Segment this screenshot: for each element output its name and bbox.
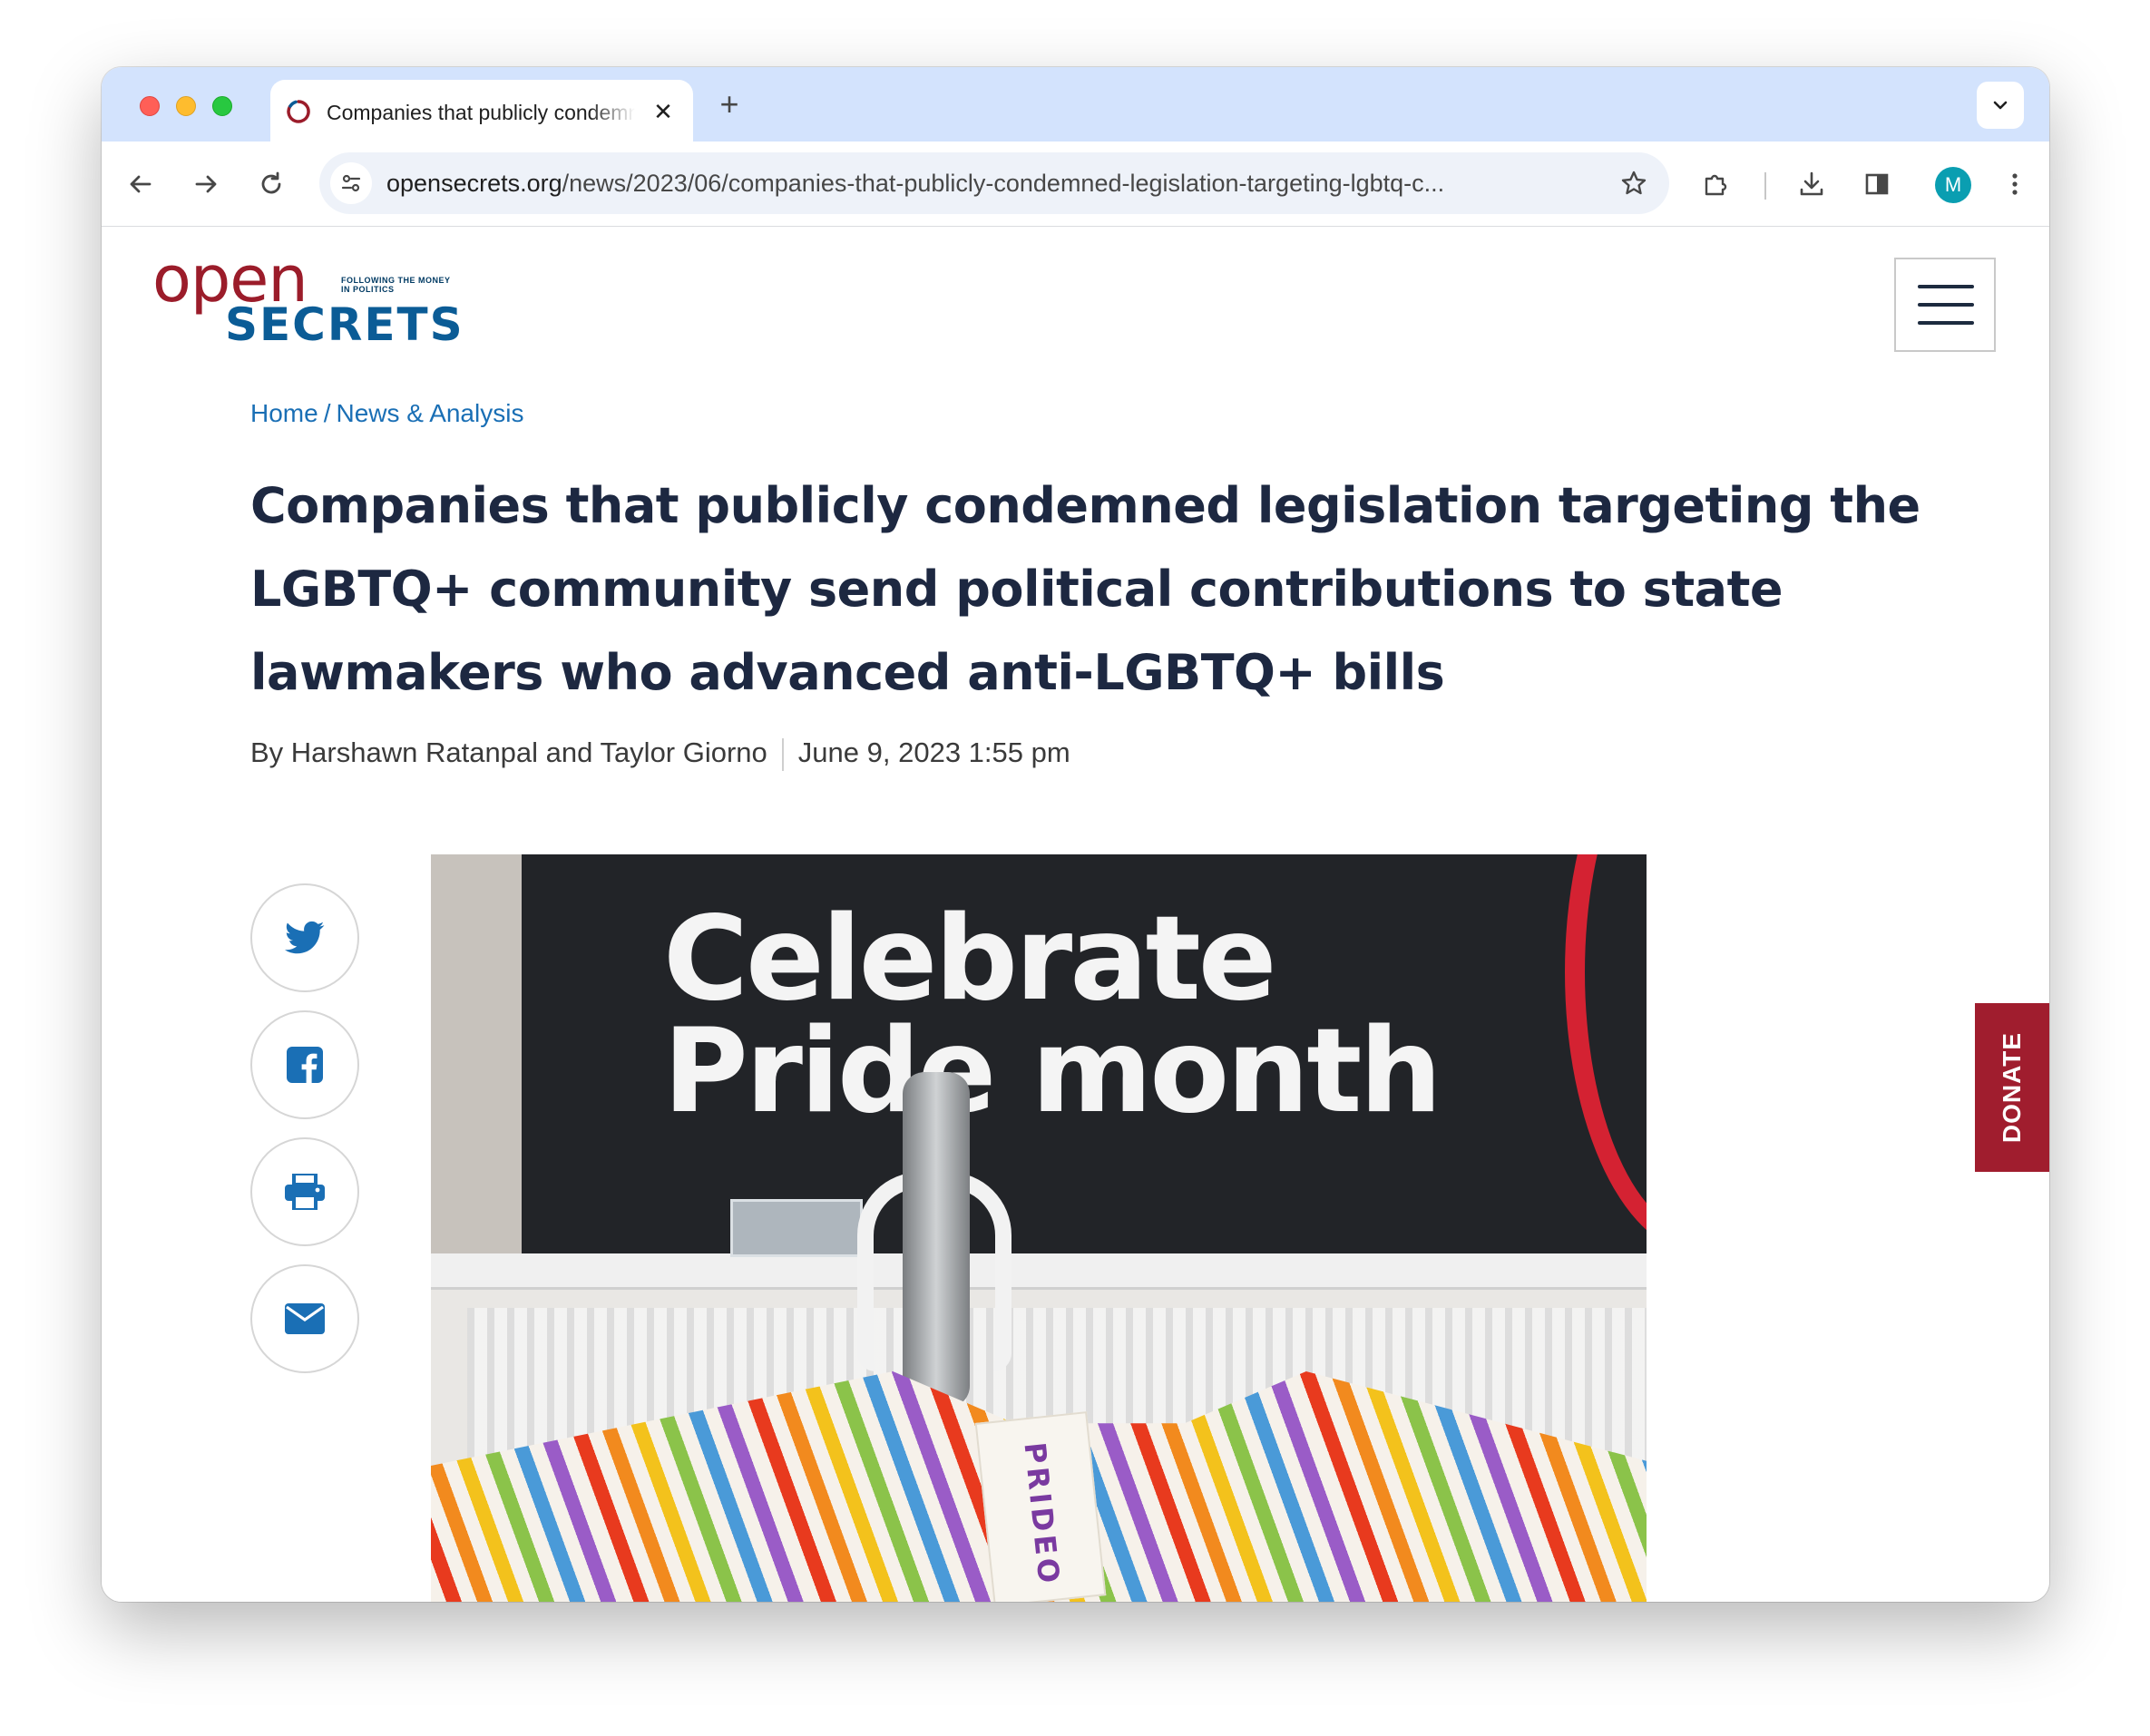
share-print-button[interactable] [250,1137,359,1246]
breadcrumb-news-link[interactable]: News & Analysis [336,399,523,427]
opensecrets-logo[interactable]: open FOLLOWING THE MONEY IN POLITICS SEC… [152,243,464,357]
publish-date: June 9, 2023 1:55 pm [797,736,1070,768]
tab-search-button[interactable] [1977,82,2024,129]
logo-secrets-text: SECRETS [225,298,464,351]
breadcrumb-home-link[interactable]: Home [250,399,318,427]
web-page: open FOLLOWING THE MONEY IN POLITICS SEC… [102,227,2049,1602]
tab-strip: Companies that publicly condemned legisl… [102,67,2049,141]
donate-button[interactable]: DONATE [1975,1003,2049,1172]
print-icon [285,1174,325,1210]
site-info-button[interactable] [330,162,372,204]
url-path: /news/2023/06/companies-that-publicly-co… [562,170,1445,197]
more-vertical-icon [2012,173,2018,195]
tab-close-icon[interactable]: ✕ [650,98,677,125]
side-panel-icon [1865,173,1889,195]
arrow-left-icon [130,175,151,193]
profile-avatar[interactable]: M [1935,167,1971,203]
browser-toolbar: opensecrets.org/news/2023/06/companies-t… [102,141,2049,227]
close-window-button[interactable] [140,96,160,116]
price-holder [730,1199,863,1257]
bookmark-star-button[interactable] [1613,162,1655,204]
menu-line [1918,303,1974,307]
forward-button[interactable] [185,163,227,205]
sign-text: Celebrate Pride month [663,892,1480,1139]
donate-label: DONATE [1998,1031,2026,1144]
article-byline: By Harshawn Ratanpal and Taylor Giorno Ju… [250,735,1070,771]
reload-button[interactable] [250,163,292,205]
puzzle-icon [1705,174,1727,196]
email-icon [285,1303,325,1334]
minimize-window-button[interactable] [176,96,196,116]
browser-window: Companies that publicly condemned legisl… [102,67,2049,1602]
byline-divider [781,737,784,771]
tab-title: Companies that publicly condemned legisl… [327,101,635,124]
star-icon [1621,171,1647,195]
side-panel-button[interactable] [1856,163,1898,205]
tag-text: PRIDEO [1017,1440,1067,1589]
back-button[interactable] [120,163,161,205]
browser-menu-button[interactable] [1994,163,2036,205]
wall-edge [431,854,522,1268]
breadcrumb: Home / News & Analysis [250,397,523,430]
menu-line [1918,285,1974,288]
sign-line-1: Celebrate [663,892,1277,1027]
display-hook [903,1072,970,1408]
maximize-window-button[interactable] [212,96,232,116]
url-host: opensecrets.org [386,170,562,197]
toolbar-divider [1764,172,1766,200]
active-tab[interactable]: Companies that publicly condemned legisl… [270,80,693,141]
downloads-button[interactable] [1791,163,1832,205]
twitter-icon [285,921,325,954]
share-facebook-button[interactable] [250,1010,359,1119]
opensecrets-favicon-icon [287,100,310,123]
pride-tag: PRIDEO [974,1411,1107,1602]
arrow-right-icon [195,175,217,193]
sign-line-2: Pride month [663,1004,1442,1139]
logo-tagline: FOLLOWING THE MONEY IN POLITICS [341,276,451,294]
reload-icon [261,171,281,194]
tune-icon [341,174,361,192]
breadcrumb-separator: / [323,399,331,427]
url-text[interactable]: opensecrets.org/news/2023/06/companies-t… [386,168,1602,199]
share-email-button[interactable] [250,1264,359,1373]
facebook-icon [287,1047,323,1083]
new-tab-button[interactable]: + [711,87,748,123]
download-icon [1800,171,1823,196]
article-hero-image: Celebrate Pride month PRIDEO [431,854,1647,1602]
shelf-rail [431,1253,1647,1290]
share-twitter-button[interactable] [250,883,359,992]
chevron-down-icon [1993,101,2008,110]
menu-line [1918,321,1974,325]
hamburger-menu-button[interactable] [1894,258,1996,352]
article-headline: Companies that publicly condemned legisl… [250,477,1920,701]
author-names: By Harshawn Ratanpal and Taylor Giorno [250,736,767,768]
address-bar[interactable]: opensecrets.org/news/2023/06/companies-t… [319,152,1669,214]
extensions-button[interactable] [1695,163,1736,205]
